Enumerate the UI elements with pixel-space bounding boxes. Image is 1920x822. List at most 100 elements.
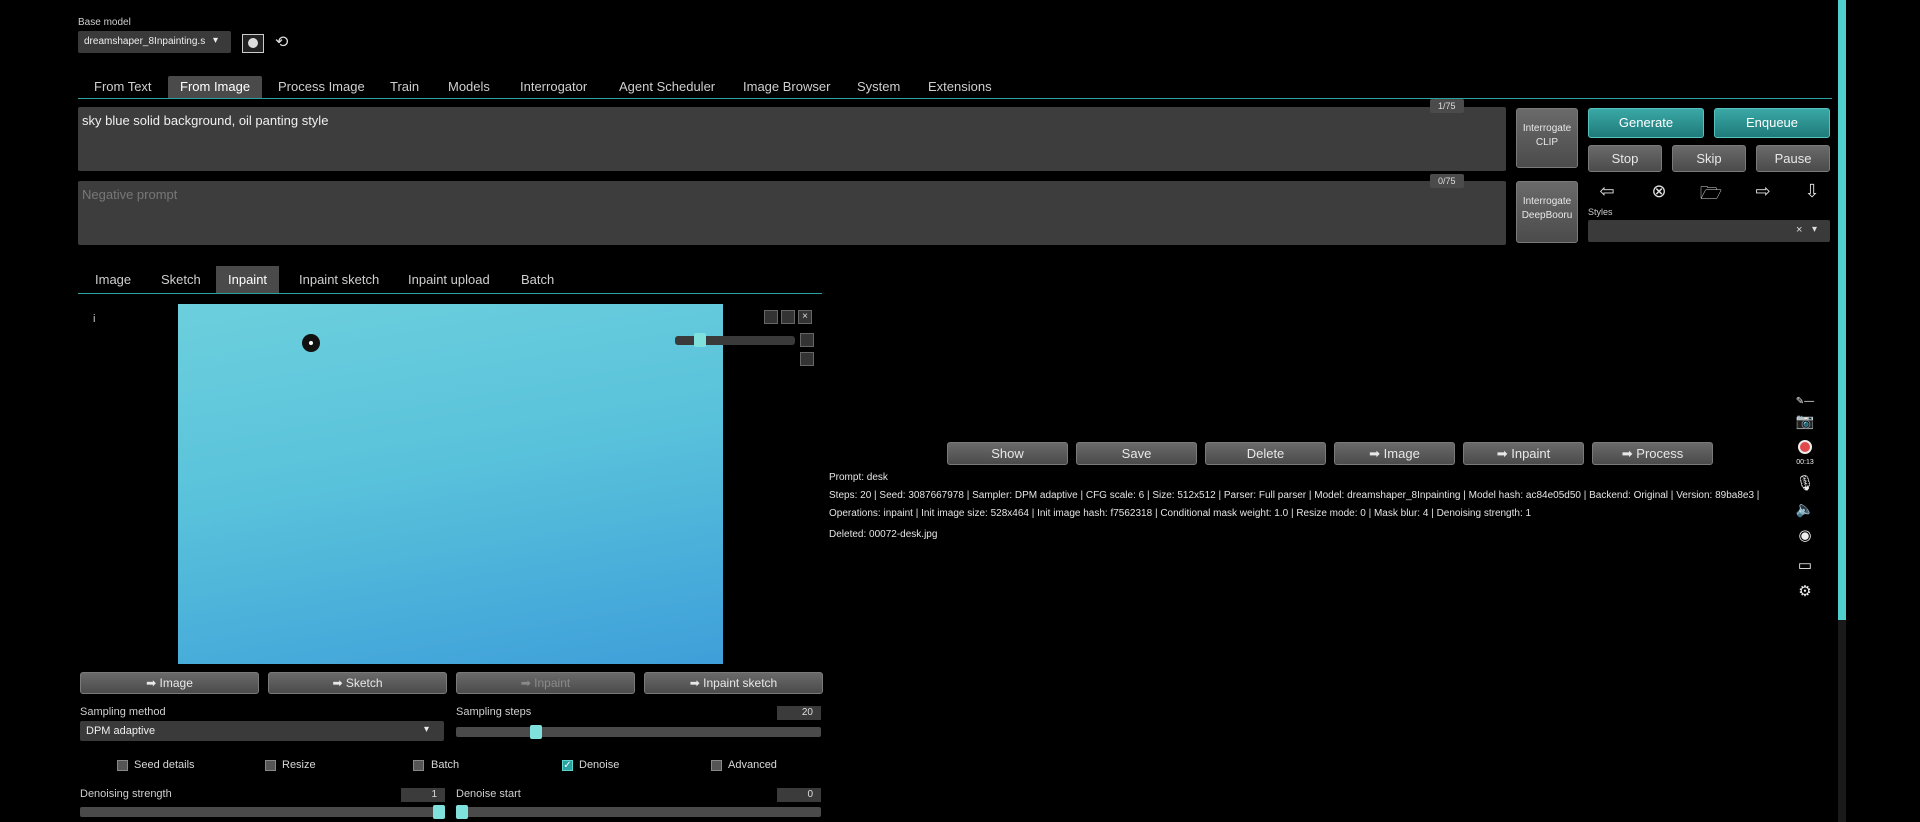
styles-label: Styles — [1588, 207, 1613, 217]
denoise-checkbox[interactable]: ✓ — [562, 760, 573, 771]
send-image-button[interactable]: ➡ Image — [1334, 442, 1455, 465]
stop-button[interactable]: Stop — [1588, 145, 1662, 172]
show-button[interactable]: Show — [947, 442, 1068, 465]
interrogate-deepbooru-button[interactable]: Interrogate DeepBooru — [1516, 181, 1578, 243]
send-to-inpaint-button[interactable]: ➡ Inpaint — [456, 672, 635, 694]
advanced-checkbox[interactable] — [711, 760, 722, 771]
refresh-model-button[interactable] — [242, 34, 264, 53]
swap-icon[interactable]: ⇨ — [1751, 181, 1775, 202]
send-inpaint-button[interactable]: ➡ Inpaint — [1463, 442, 1584, 465]
delete-button[interactable]: Delete — [1205, 442, 1326, 465]
sampling-steps-input[interactable]: 20 — [777, 706, 821, 720]
denoising-strength-slider[interactable] — [80, 805, 445, 819]
negative-prompt-input[interactable]: Negative prompt — [78, 181, 1506, 245]
brush-size-knob[interactable] — [694, 333, 706, 347]
base-model-value: dreamshaper_8Inpainting.s — [84, 36, 206, 47]
base-model-label: Base model — [78, 17, 131, 28]
close-icon[interactable]: × — [798, 310, 812, 324]
subtab-sketch[interactable]: Sketch — [149, 266, 213, 293]
brush-size-slider[interactable] — [675, 333, 795, 347]
tab-image-browser[interactable]: Image Browser — [731, 76, 842, 98]
send-to-inpaint-sketch-button[interactable]: ➡ Inpaint sketch — [644, 672, 823, 694]
settings-icon[interactable]: ⚙ — [1794, 582, 1816, 600]
undo-icon[interactable] — [764, 310, 778, 324]
cancel-circle-icon[interactable]: ⊗ — [1647, 181, 1671, 202]
scrollbar-thumb[interactable] — [1838, 0, 1846, 620]
tab-from-image[interactable]: From Image — [168, 76, 263, 98]
sampling-steps-knob[interactable] — [530, 725, 542, 739]
reload-icon[interactable]: ⟲ — [275, 32, 288, 52]
tab-extensions[interactable]: Extensions — [916, 76, 1004, 98]
scrollbar-track[interactable] — [1838, 620, 1846, 822]
interrogate-clip-button[interactable]: Interrogate CLIP — [1516, 108, 1578, 168]
batch-checkbox[interactable] — [413, 760, 424, 771]
subtab-inpaint-upload[interactable]: Inpaint upload — [396, 266, 502, 293]
resize-checkbox[interactable] — [265, 760, 276, 771]
microphone-icon[interactable]: 🎙 — [1794, 474, 1816, 492]
tab-process-image[interactable]: Process Image — [266, 76, 377, 98]
subtab-inpaint[interactable]: Inpaint — [216, 266, 280, 293]
prompt-text: sky blue solid background, oil panting s… — [82, 113, 329, 128]
negative-prompt-token-counter: 0/75 — [1430, 174, 1464, 188]
tab-from-text[interactable]: From Text — [82, 76, 164, 98]
arrow-left-icon[interactable]: ⇦ — [1595, 181, 1619, 202]
model-icon — [248, 38, 258, 48]
brush-color-icon[interactable] — [800, 333, 814, 347]
sampling-method-value: DPM adaptive — [86, 725, 156, 737]
mask-icon[interactable] — [800, 352, 814, 366]
tab-system[interactable]: System — [845, 76, 912, 98]
pen-icon[interactable]: ✎— — [1794, 396, 1816, 407]
base-model-select[interactable]: dreamshaper_8Inpainting.s ▾ — [78, 31, 231, 53]
send-to-sketch-button[interactable]: ➡ Sketch — [268, 672, 447, 694]
chevron-down-icon: ▾ — [1812, 224, 1818, 235]
record-icon[interactable] — [1798, 440, 1812, 454]
send-to-image-button[interactable]: ➡ Image — [80, 672, 259, 694]
subtab-inpaint-sketch[interactable]: Inpaint sketch — [287, 266, 391, 293]
chevron-down-icon: ▾ — [213, 35, 219, 46]
denoising-strength-label: Denoising strength — [80, 788, 172, 800]
clear-canvas-icon[interactable] — [781, 310, 795, 324]
output-deleted: Deleted: 00072-desk.jpg — [829, 529, 938, 540]
skip-button[interactable]: Skip — [1672, 145, 1746, 172]
sampling-method-select[interactable]: DPM adaptive ▾ — [80, 721, 444, 741]
inpaint-canvas[interactable] — [178, 304, 723, 664]
webcam-icon[interactable]: ◉ — [1794, 526, 1816, 544]
record-timer: 00:13 — [1796, 459, 1814, 466]
tabs-underline — [78, 98, 1832, 99]
output-prompt: Prompt: desk — [829, 472, 888, 483]
prompt-input[interactable]: sky blue solid background, oil panting s… — [78, 107, 1506, 171]
screen-icon[interactable]: ▭ — [1794, 556, 1816, 574]
sampling-steps-slider[interactable] — [456, 725, 821, 739]
tab-interrogator[interactable]: Interrogator — [508, 76, 599, 98]
tab-models[interactable]: Models — [436, 76, 502, 98]
speaker-icon[interactable]: 🔈 — [1794, 500, 1816, 518]
tab-agent-scheduler[interactable]: Agent Scheduler — [607, 76, 727, 98]
denoise-start-knob[interactable] — [456, 805, 468, 819]
output-operations: Operations: inpaint | Init image size: 5… — [829, 508, 1532, 519]
send-process-button[interactable]: ➡ Process — [1592, 442, 1713, 465]
pause-button[interactable]: Pause — [1756, 145, 1830, 172]
subtab-image[interactable]: Image — [83, 266, 143, 293]
save-button[interactable]: Save — [1076, 442, 1197, 465]
denoising-strength-input[interactable]: 1 — [401, 788, 445, 802]
denoising-strength-knob[interactable] — [433, 805, 445, 819]
styles-select[interactable]: × ▾ — [1588, 220, 1830, 242]
camera-icon[interactable]: 📷 — [1794, 412, 1816, 430]
enqueue-button[interactable]: Enqueue — [1714, 108, 1830, 138]
denoise-start-slider[interactable] — [456, 805, 821, 819]
canvas-info-marker: i — [93, 313, 96, 325]
tab-train[interactable]: Train — [378, 76, 431, 98]
denoise-start-input[interactable]: 0 — [777, 788, 821, 802]
brush-cursor-icon — [302, 334, 320, 352]
arrow-down-icon[interactable]: ⇩ — [1800, 181, 1824, 202]
subtabs-underline — [78, 293, 822, 294]
clear-icon[interactable]: × — [1796, 224, 1802, 236]
resize-label: Resize — [282, 759, 316, 771]
seed-details-checkbox[interactable] — [117, 760, 128, 771]
folder-open-icon[interactable]: 🗁 — [1699, 181, 1723, 211]
sampling-method-label: Sampling method — [80, 706, 166, 718]
brush-cursor-center — [309, 341, 313, 345]
generate-button[interactable]: Generate — [1588, 108, 1704, 138]
denoise-start-label: Denoise start — [456, 788, 521, 800]
subtab-batch[interactable]: Batch — [509, 266, 566, 293]
